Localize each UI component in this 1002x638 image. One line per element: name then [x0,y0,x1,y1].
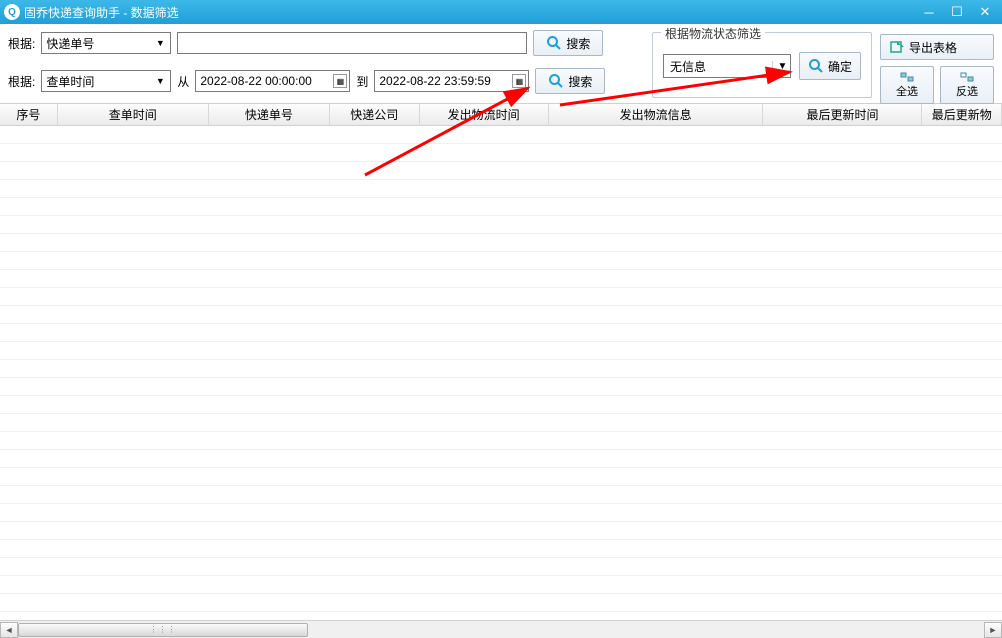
combo-text: 快递单号 [46,35,152,52]
calendar-icon: ▦ [333,74,347,88]
table-row [0,342,1002,360]
maximize-button[interactable]: ☐ [944,3,970,21]
combo-text: 无信息 [670,58,772,75]
table-row [0,234,1002,252]
to-label: 到 [356,73,368,90]
combo-text: 查单时间 [46,73,152,90]
close-button[interactable]: ✕ [972,3,998,21]
table-row [0,180,1002,198]
invert-label: 反选 [956,83,978,99]
table-row [0,396,1002,414]
column-header[interactable]: 快递单号 [209,104,330,125]
date-from-text: 2022-08-22 00:00:00 [200,74,333,88]
search-icon [548,73,564,89]
invert-selection-button[interactable]: 反选 [940,66,994,104]
search-button-1[interactable]: 搜索 [533,30,603,56]
search-field-combo[interactable]: 快递单号 ▼ [41,32,171,54]
minimize-button[interactable]: ─ [916,3,942,21]
table-row [0,360,1002,378]
table-row [0,216,1002,234]
search-icon [546,35,562,51]
select-all-label: 全选 [896,83,918,99]
from-label: 从 [177,73,189,90]
column-header[interactable]: 查单时间 [58,104,209,125]
table-row [0,270,1002,288]
table-row [0,522,1002,540]
date-to-input[interactable]: 2022-08-22 23:59:59 ▦ [374,70,529,92]
chevron-down-icon: ▼ [772,61,788,72]
table-row [0,378,1002,396]
search-icon [808,58,824,74]
filter-group: 根据物流状态筛选 无信息 ▼ 确定 [652,32,872,98]
column-header[interactable]: 最后更新物 [922,104,1002,125]
scroll-left-button[interactable]: ◄ [0,622,18,638]
filter-status-combo[interactable]: 无信息 ▼ [663,54,791,78]
search-field-combo-2[interactable]: 查单时间 ▼ [41,70,171,92]
table-row [0,306,1002,324]
table-area: 序号查单时间快递单号快递公司发出物流时间发出物流信息最后更新时间最后更新物 [0,104,1002,618]
chevron-down-icon: ▼ [152,38,168,48]
date-from-input[interactable]: 2022-08-22 00:00:00 ▦ [195,70,350,92]
table-row [0,324,1002,342]
filter-legend: 根据物流状态筛选 [661,25,765,42]
search-button-label: 搜索 [566,35,590,52]
search-button-2[interactable]: 搜索 [535,68,605,94]
column-header[interactable]: 发出物流信息 [549,104,764,125]
export-button-label: 导出表格 [909,39,957,56]
search-input[interactable] [177,32,527,54]
select-all-button[interactable]: 全选 [880,66,934,104]
titlebar: Q 固乔快递查询助手 - 数据筛选 ─ ☐ ✕ [0,0,1002,24]
select-all-icon [900,72,914,82]
column-header[interactable]: 发出物流时间 [420,104,549,125]
scroll-right-button[interactable]: ► [984,622,1002,638]
column-header[interactable]: 序号 [0,104,58,125]
search-by-label-2: 根据: [8,73,35,90]
confirm-button-label: 确定 [828,58,852,75]
table-row [0,468,1002,486]
table-body [0,126,1002,618]
scroll-track[interactable]: ⋮⋮⋮ [18,622,984,638]
table-row [0,432,1002,450]
column-header[interactable]: 最后更新时间 [763,104,922,125]
app-icon: Q [4,4,20,20]
table-row [0,198,1002,216]
confirm-button[interactable]: 确定 [799,52,861,80]
table-row [0,594,1002,612]
table-row [0,144,1002,162]
export-icon [889,39,905,55]
window-title: 固乔快递查询助手 - 数据筛选 [24,4,179,21]
calendar-icon: ▦ [512,74,526,88]
column-header[interactable]: 快递公司 [330,104,419,125]
export-button[interactable]: 导出表格 [880,34,994,60]
table-row [0,126,1002,144]
chevron-down-icon: ▼ [152,76,168,86]
table-row [0,504,1002,522]
table-row [0,558,1002,576]
table-row [0,252,1002,270]
toolbar: 根据: 快递单号 ▼ 搜索 根据: 查单时间 [0,24,1002,104]
table-row [0,162,1002,180]
table-row [0,486,1002,504]
table-row [0,450,1002,468]
table-row [0,576,1002,594]
horizontal-scrollbar[interactable]: ◄ ⋮⋮⋮ ► [0,620,1002,638]
date-to-text: 2022-08-22 23:59:59 [379,74,512,88]
search-by-label: 根据: [8,35,35,52]
invert-icon [960,72,974,82]
table-row [0,540,1002,558]
table-row [0,288,1002,306]
scroll-thumb[interactable]: ⋮⋮⋮ [18,623,308,637]
grip-icon: ⋮⋮⋮ [150,625,177,634]
table-header: 序号查单时间快递单号快递公司发出物流时间发出物流信息最后更新时间最后更新物 [0,104,1002,126]
table-row [0,414,1002,432]
search-button-label: 搜索 [568,73,592,90]
